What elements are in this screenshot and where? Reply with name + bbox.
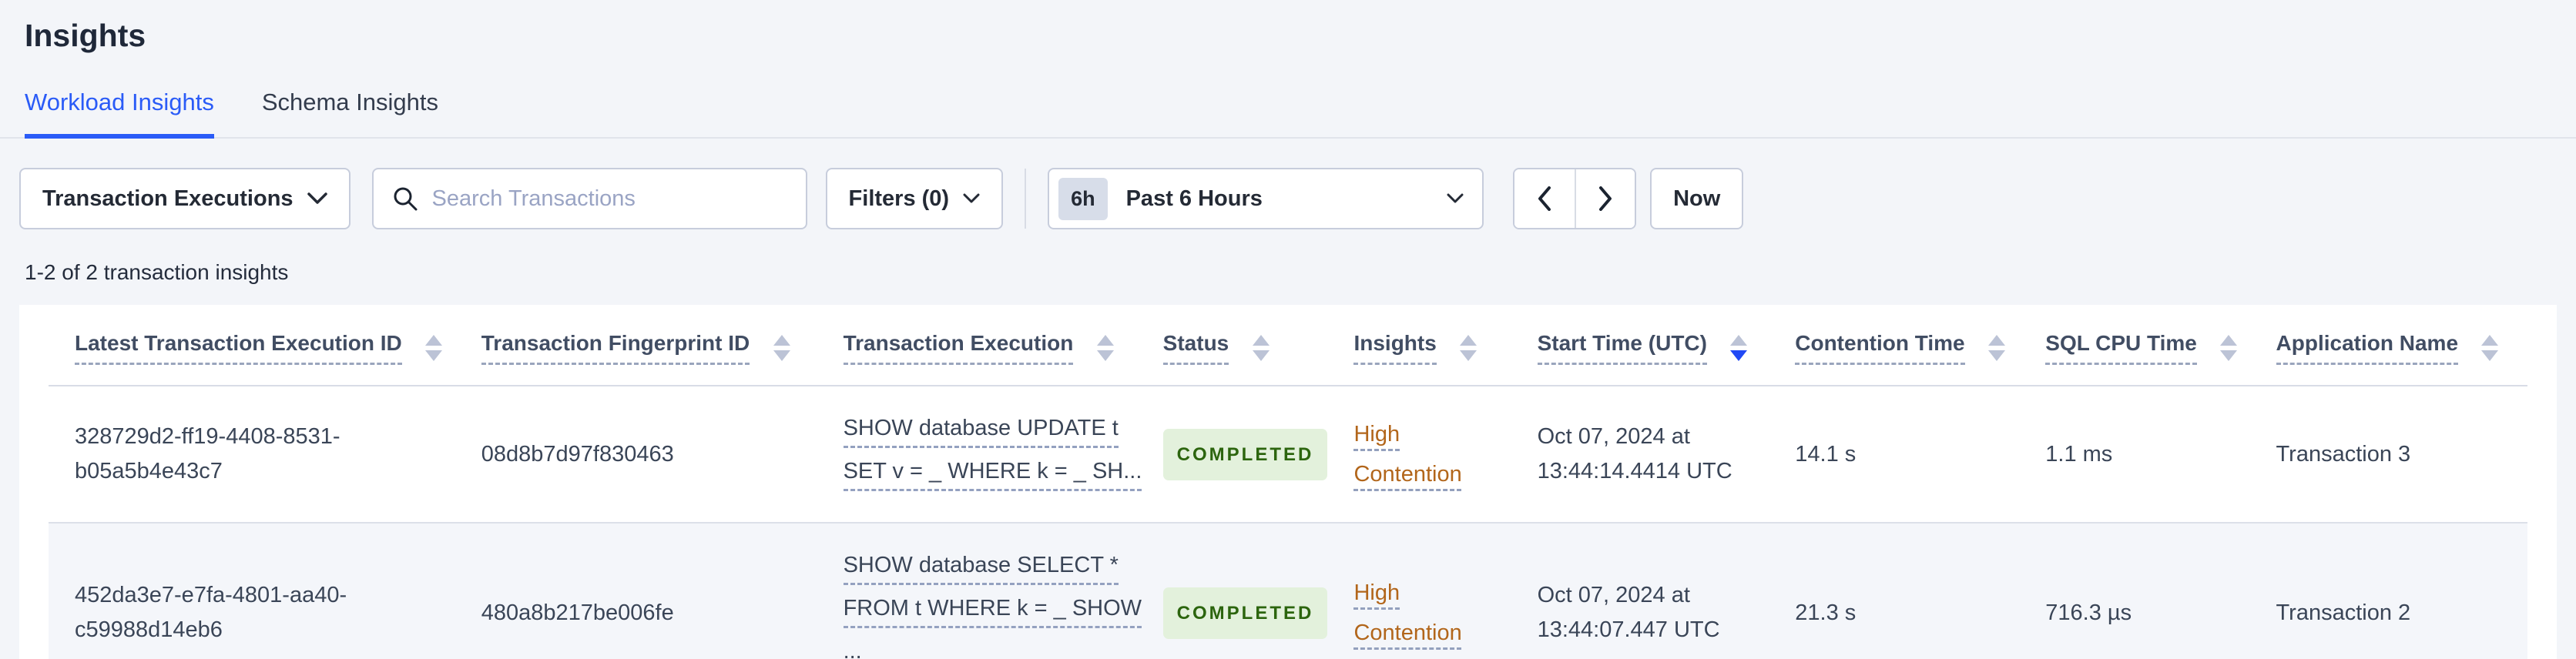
sort-icon[interactable] [2220, 335, 2238, 361]
cell-start-time: Oct 07, 2024 at 13:44:14.4414 UTC [1511, 386, 1769, 524]
column-header-insights[interactable]: Insights [1327, 305, 1511, 386]
insight-link[interactable]: High Contention [1353, 422, 1461, 487]
column-header-fingerprint-id[interactable]: Transaction Fingerprint ID [454, 305, 817, 386]
cell-execution-id: 452da3e7-e7fa-4801-aa40-c59988d14eb6 [49, 523, 455, 659]
cell-sql-cpu-time: 1.1 ms [2019, 386, 2250, 524]
cell-contention-time: 14.1 s [1769, 386, 2020, 524]
sort-icon[interactable] [1252, 335, 1270, 361]
tab-bar: Workload Insights Schema Insights [0, 88, 2576, 139]
cell-sql-cpu-time: 716.3 µs [2019, 523, 2250, 659]
cell-application-name: Transaction 3 [2249, 386, 2527, 524]
status-badge: COMPLETED [1162, 587, 1328, 639]
sort-icon[interactable] [1096, 335, 1114, 361]
column-header-application-name[interactable]: Application Name [2249, 305, 2527, 386]
column-header-transaction-execution[interactable]: Transaction Execution [817, 305, 1137, 386]
chevron-down-icon [307, 192, 327, 205]
status-badge: COMPLETED [1162, 428, 1328, 480]
results-summary: 1-2 of 2 transaction insights [25, 260, 289, 284]
column-label: Transaction Fingerprint ID [481, 331, 750, 365]
statement-link[interactable]: ... [844, 634, 862, 659]
column-label: Start Time (UTC) [1537, 331, 1707, 365]
page-title: Insights [25, 18, 146, 53]
column-label: Contention Time [1795, 331, 1965, 365]
table-row: 328729d2-ff19-4408-8531-b05a5b4e43c7 08d… [49, 386, 2527, 524]
start-time-date: Oct 07, 2024 at [1537, 583, 1690, 607]
sort-icon-descending-active[interactable] [1730, 335, 1748, 361]
cell-status: COMPLETED [1136, 523, 1328, 659]
cell-transaction-execution: SHOW database UPDATE t SET v = _ WHERE k… [817, 386, 1142, 524]
cell-fingerprint-id: 480a8b217be006fe [454, 523, 817, 659]
toolbar: Transaction Executions Filters (0) 6h Pa… [19, 168, 2576, 229]
insight-link[interactable]: High Contention [1353, 580, 1461, 645]
cell-application-name: Transaction 2 [2249, 523, 2527, 659]
start-time-clock: 13:44:14.4414 UTC [1537, 459, 1732, 483]
execution-type-label: Transaction Executions [42, 186, 293, 211]
time-range-label: Past 6 Hours [1125, 186, 1263, 211]
tab-workload-insights[interactable]: Workload Insights [25, 88, 214, 139]
column-label: Latest Transaction Execution ID [75, 331, 402, 365]
cell-transaction-execution: SHOW database SELECT * FROM t WHERE k = … [817, 523, 1142, 659]
column-label: Insights [1353, 331, 1437, 365]
previous-range-button[interactable] [1514, 169, 1575, 228]
sort-icon[interactable] [425, 335, 443, 361]
sort-icon[interactable] [773, 335, 790, 361]
column-label: Application Name [2276, 331, 2459, 365]
table-row: 452da3e7-e7fa-4801-aa40-c59988d14eb6 480… [49, 523, 2527, 659]
cell-insights: High Contention [1327, 523, 1511, 659]
execution-type-dropdown[interactable]: Transaction Executions [19, 168, 351, 229]
now-label: Now [1673, 186, 1721, 211]
statement-link[interactable]: SET v = _ WHERE k = _ SH... [843, 454, 1142, 491]
statement-link[interactable]: SHOW database UPDATE t [843, 411, 1119, 448]
statement-link[interactable]: SHOW database SELECT * [843, 548, 1119, 585]
table-header-row: Latest Transaction Execution ID Transact… [49, 305, 2527, 386]
column-header-contention-time[interactable]: Contention Time [1769, 305, 2020, 386]
start-time-date: Oct 07, 2024 at [1537, 424, 1690, 449]
chevron-down-icon [963, 193, 980, 204]
time-range-arrows [1513, 168, 1637, 229]
search-icon [392, 186, 418, 212]
cell-status: COMPLETED [1136, 386, 1328, 524]
column-header-sql-cpu-time[interactable]: SQL CPU Time [2019, 305, 2250, 386]
next-range-button[interactable] [1575, 169, 1635, 228]
filters-dropdown[interactable]: Filters (0) [825, 168, 1004, 229]
column-label: Status [1162, 331, 1229, 365]
sort-icon[interactable] [2481, 335, 2499, 361]
tab-schema-insights[interactable]: Schema Insights [262, 88, 438, 139]
column-label: Transaction Execution [843, 331, 1074, 365]
sort-icon[interactable] [1988, 335, 2006, 361]
column-header-start-time[interactable]: Start Time (UTC) [1511, 305, 1769, 386]
cell-fingerprint-id: 08d8b7d97f830463 [454, 386, 817, 524]
column-header-status[interactable]: Status [1136, 305, 1328, 386]
chevron-down-icon [1447, 193, 1464, 204]
cell-execution-id: 328729d2-ff19-4408-8531-b05a5b4e43c7 [49, 386, 455, 524]
transaction-insights-table: Latest Transaction Execution ID Transact… [49, 305, 2527, 659]
time-range-dropdown[interactable]: 6h Past 6 Hours [1048, 168, 1484, 229]
column-header-latest-execution-id[interactable]: Latest Transaction Execution ID [49, 305, 455, 386]
search-input[interactable] [431, 186, 787, 212]
cell-insights: High Contention [1327, 386, 1511, 524]
statement-link[interactable]: FROM t WHERE k = _ SHOW [843, 591, 1142, 628]
insights-table-card: Latest Transaction Execution ID Transact… [19, 305, 2557, 659]
time-range-badge: 6h [1058, 177, 1108, 220]
filters-label: Filters (0) [848, 186, 950, 211]
cell-start-time: Oct 07, 2024 at 13:44:07.447 UTC [1511, 523, 1769, 659]
sort-icon[interactable] [1460, 335, 1478, 361]
start-time-clock: 13:44:07.447 UTC [1537, 617, 1720, 642]
now-button[interactable]: Now [1650, 168, 1744, 229]
search-box[interactable] [371, 168, 807, 229]
column-label: SQL CPU Time [2045, 331, 2197, 365]
toolbar-divider [1025, 169, 1027, 229]
cell-contention-time: 21.3 s [1769, 523, 2020, 659]
